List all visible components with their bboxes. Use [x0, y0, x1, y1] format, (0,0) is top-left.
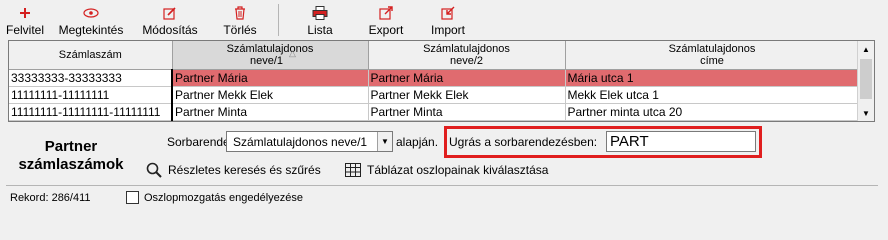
export-label: Export — [368, 23, 404, 37]
column-move-toggle[interactable]: Oszlopmozgatás engedélyezése — [126, 191, 303, 204]
cell-nev2: Partner Mária — [368, 69, 566, 87]
record-count: Rekord: 286/411 — [10, 192, 91, 204]
edit-icon — [162, 5, 178, 21]
column-header-label: Számlatulajdonos — [423, 42, 510, 55]
cell-nev2: Partner Mekk Elek — [368, 86, 566, 104]
column-header-nev1[interactable]: Számlatulajdonos neve/1 △ — [172, 41, 369, 70]
printer-icon — [312, 5, 328, 21]
jump-input[interactable]: PART — [606, 131, 756, 152]
cell-nev2: Partner Minta — [368, 103, 566, 121]
scroll-down-arrow-icon[interactable]: ▼ — [858, 105, 874, 121]
torles-button[interactable]: Törlés — [208, 0, 272, 40]
lista-label: Lista — [307, 23, 333, 37]
column-move-label: Oszlopmozgatás engedélyezése — [144, 191, 303, 204]
cell-nev1: Partner Mária — [172, 69, 369, 87]
eye-icon — [83, 5, 99, 21]
felvitel-button[interactable]: Felvitel — [0, 0, 50, 40]
cell-szamlaszam: 11111111-11111111-11111111 — [9, 103, 173, 121]
column-header-label: neve/2 — [449, 54, 484, 67]
column-header-szamlaszam[interactable]: Számlaszám — [9, 41, 173, 70]
accounts-table: Számlaszám Számlatulajdonos neve/1 △ Szám… — [9, 41, 860, 121]
felvitel-label: Felvitel — [5, 23, 44, 37]
table-icon — [345, 162, 361, 178]
plus-icon — [17, 5, 33, 21]
table-row[interactable]: 11111111-11111111 Partner Mekk Elek Part… — [9, 86, 860, 104]
column-select-link[interactable]: Táblázat oszlopainak kiválasztása — [345, 162, 548, 178]
column-select-label: Táblázat oszlopainak kiválasztása — [367, 163, 549, 177]
import-label: Import — [430, 23, 465, 37]
export-button[interactable]: Export — [355, 0, 417, 40]
vertical-scrollbar[interactable]: ▲ ▼ — [857, 41, 874, 121]
chevron-down-icon[interactable]: ▼ — [377, 132, 392, 151]
cell-nev1: Partner Mekk Elek — [172, 86, 369, 104]
modositas-label: Módosítás — [142, 23, 198, 37]
scrollbar-thumb[interactable] — [860, 59, 872, 99]
column-header-label: Számlatulajdonos — [668, 42, 756, 55]
cell-cim: Partner minta utca 20 — [565, 103, 860, 121]
cell-cim: Mária utca 1 — [565, 69, 860, 87]
divider — [6, 185, 878, 186]
page-title-line1: Partner — [44, 138, 98, 155]
sort-select-value: Számlatulajdonos neve/1 — [233, 135, 368, 149]
column-header-label: címe — [700, 54, 724, 67]
toolbar-separator — [278, 4, 279, 36]
accounts-grid[interactable]: Számlaszám Számlatulajdonos neve/1 △ Szám… — [8, 40, 875, 122]
torles-label: Törlés — [223, 23, 257, 37]
trash-icon — [232, 5, 248, 21]
jump-label: Ugrás a sorbarendezésben: — [449, 135, 598, 149]
sort-select[interactable]: Számlatulajdonos neve/1 ▼ — [226, 131, 393, 152]
table-header-row: Számlaszám Számlatulajdonos neve/1 △ Szám… — [9, 41, 860, 70]
cell-szamlaszam: 11111111-11111111 — [9, 86, 173, 104]
lista-button[interactable]: Lista — [285, 0, 355, 40]
cell-szamlaszam: 33333333-33333333 — [9, 69, 173, 87]
detailed-search-link[interactable]: Részletes keresés és szűrés — [146, 162, 321, 178]
sort-suffix-label: alapján. — [396, 135, 439, 149]
import-button[interactable]: Import — [417, 0, 479, 40]
page-title-line2: számlaszámok — [18, 156, 124, 173]
column-header-label: neve/1 — [250, 54, 284, 67]
search-icon — [146, 162, 162, 178]
cell-nev1: Partner Minta — [172, 103, 369, 121]
import-icon — [440, 5, 456, 21]
table-row-selected[interactable]: 33333333-33333333 Partner Mária Partner … — [9, 69, 860, 87]
table-row[interactable]: 11111111-11111111-11111111 Partner Minta… — [9, 103, 860, 121]
scroll-up-arrow-icon[interactable]: ▲ — [858, 41, 874, 57]
column-move-checkbox[interactable] — [126, 191, 139, 204]
megtekintes-label: Megtekintés — [58, 23, 124, 37]
megtekintes-button[interactable]: Megtekintés — [50, 0, 132, 40]
toolbar: Felvitel Megtekintés Módosítás Törlés Li… — [0, 0, 888, 40]
sort-ascending-icon: △ — [289, 47, 296, 58]
column-header-label: Számlatulajdonos — [226, 42, 314, 55]
detailed-search-label: Részletes keresés és szűrés — [168, 163, 321, 177]
page-title: Partner számlaszámok — [6, 138, 136, 174]
column-header-label: Számlaszám — [58, 48, 122, 61]
export-icon — [378, 5, 394, 21]
cell-cim: Mekk Elek utca 1 — [565, 86, 860, 104]
column-header-cim[interactable]: Számlatulajdonos címe — [565, 41, 860, 70]
modositas-button[interactable]: Módosítás — [132, 0, 208, 40]
column-header-nev2[interactable]: Számlatulajdonos neve/2 — [368, 41, 566, 70]
